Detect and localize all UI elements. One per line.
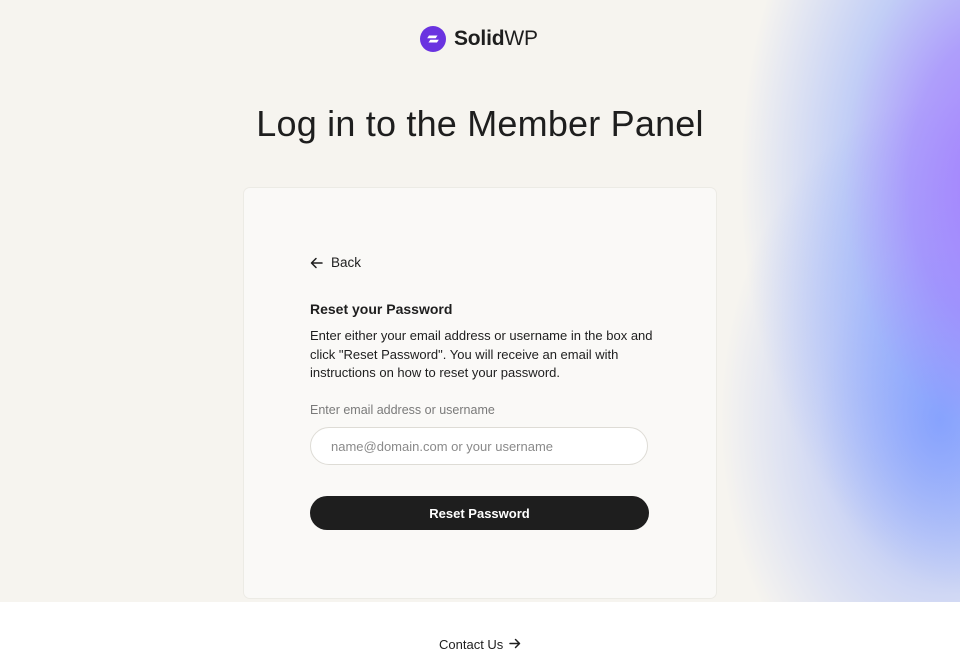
reset-description: Enter either your email address or usern…: [310, 328, 653, 380]
footer: Contact Us: [0, 602, 960, 655]
contact-us-link[interactable]: Contact Us: [439, 637, 521, 652]
reset-title: Reset your Password: [310, 301, 453, 317]
back-label: Back: [331, 255, 362, 270]
contact-label: Contact Us: [439, 637, 504, 652]
brand-name-regular: WP: [504, 27, 538, 50]
arrow-left-icon: [310, 257, 323, 269]
username-email-input[interactable]: [310, 427, 648, 465]
brand-logo[interactable]: SolidWP: [420, 25, 538, 53]
field-label: Enter email address or username: [310, 403, 495, 417]
reset-password-button[interactable]: Reset Password: [310, 496, 649, 530]
reset-password-card: Back Reset your Password Enter either yo…: [244, 188, 716, 598]
brand-name-bold: Solid: [454, 27, 505, 50]
solidwp-logo-icon: [420, 26, 446, 52]
back-link[interactable]: Back: [310, 255, 361, 270]
arrow-right-icon: [509, 637, 521, 652]
hero-section: SolidWP Log in to the Member Panel Back …: [0, 0, 960, 602]
page-title: Log in to the Member Panel: [256, 103, 704, 144]
brand-name: SolidWP: [454, 27, 538, 51]
